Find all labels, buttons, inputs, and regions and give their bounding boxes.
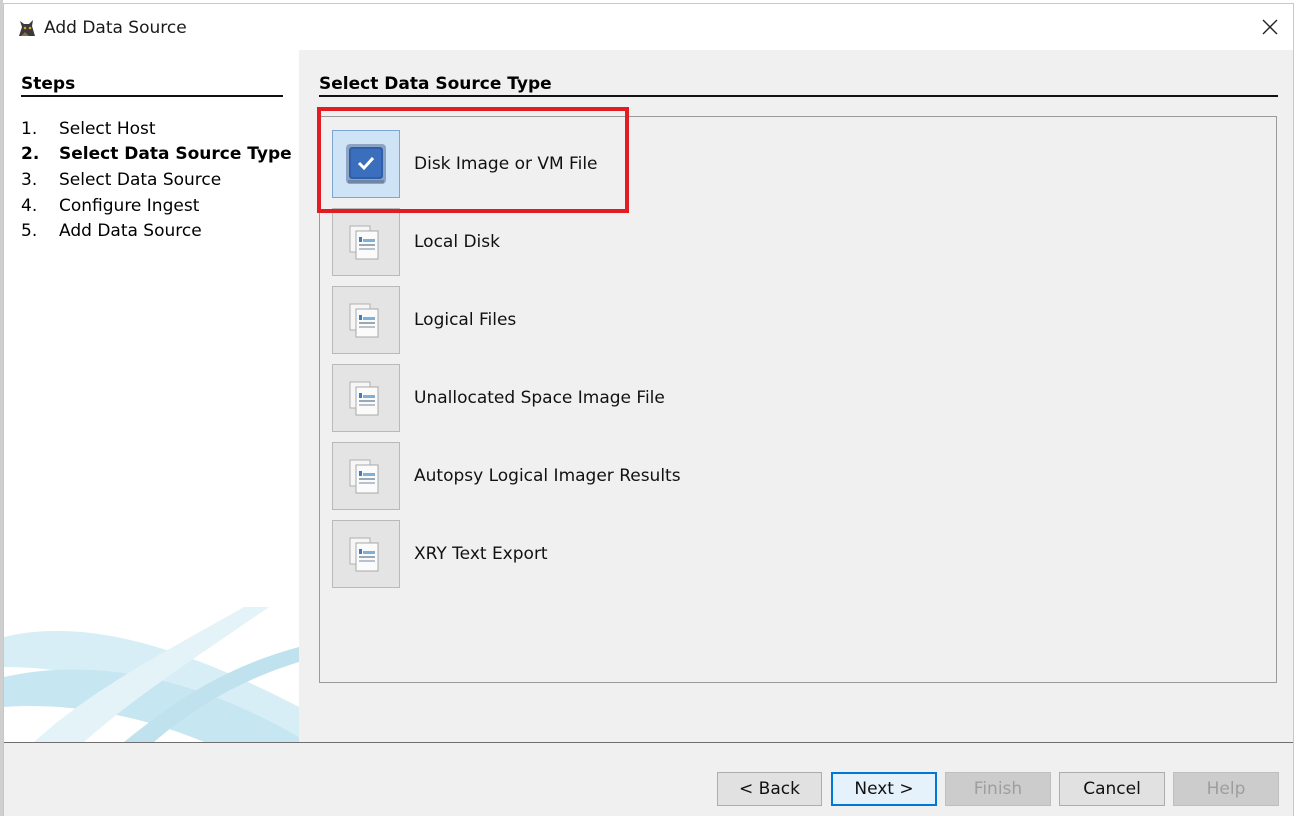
steps-divider (21, 95, 283, 97)
step-item: 5. Add Data Source (21, 218, 292, 244)
document-icon (332, 442, 400, 510)
source-local-disk[interactable]: Local Disk (332, 207, 932, 277)
step-number: 3. (21, 169, 38, 190)
source-label: Autopsy Logical Imager Results (414, 466, 681, 486)
back-button[interactable]: < Back (717, 772, 822, 806)
step-number: 1. (21, 118, 38, 139)
source-unallocated-space[interactable]: Unallocated Space Image File (332, 363, 932, 433)
step-item-active: 2. Select Data Source Type (21, 142, 292, 168)
step-label: Configure Ingest (59, 195, 200, 216)
source-logical-files[interactable]: Logical Files (332, 285, 932, 355)
step-label: Select Data Source Type (59, 144, 292, 165)
content-panel: Select Data Source Type Disk Image or VM… (299, 50, 1293, 742)
step-item: 3. Select Data Source (21, 167, 292, 193)
add-data-source-dialog: Add Data Source Steps 1. Select Host 2. … (3, 3, 1294, 816)
document-icon (332, 286, 400, 354)
source-disk-image[interactable]: Disk Image or VM File (332, 129, 932, 199)
disk-image-icon (332, 130, 400, 198)
close-icon (1262, 19, 1278, 35)
source-label: Unallocated Space Image File (414, 388, 665, 408)
step-number: 5. (21, 221, 38, 242)
title-divider (319, 95, 1278, 97)
step-number: 2. (21, 144, 40, 165)
document-icon (332, 208, 400, 276)
source-label: Local Disk (414, 232, 500, 252)
button-bar: < Back Next > Finish Cancel Help (4, 742, 1293, 816)
source-label: Disk Image or VM File (414, 154, 598, 174)
document-icon (332, 364, 400, 432)
help-button[interactable]: Help (1173, 772, 1279, 806)
steps-panel: Steps 1. Select Host 2. Select Data Sour… (4, 50, 299, 742)
source-label: XRY Text Export (414, 544, 548, 564)
step-label: Select Data Source (59, 169, 222, 190)
page-title: Select Data Source Type (319, 74, 552, 94)
decorative-swoosh-art (4, 607, 299, 742)
finish-button[interactable]: Finish (945, 772, 1051, 806)
steps-heading: Steps (21, 74, 76, 94)
steps-list: 1. Select Host 2. Select Data Source Typ… (21, 116, 292, 244)
step-label: Select Host (59, 118, 156, 139)
source-logical-imager[interactable]: Autopsy Logical Imager Results (332, 441, 932, 511)
data-source-type-list: Disk Image or VM File Local Disk Logical… (319, 116, 1277, 683)
title-bar[interactable]: Add Data Source (4, 4, 1293, 50)
close-button[interactable] (1247, 4, 1293, 50)
next-button[interactable]: Next > (831, 772, 937, 806)
add-data-source-window: Add Data Source Steps 1. Select Host 2. … (0, 0, 1297, 816)
source-xry-text-export[interactable]: XRY Text Export (332, 519, 932, 589)
step-item: 4. Configure Ingest (21, 193, 292, 219)
source-label: Logical Files (414, 310, 517, 330)
step-number: 4. (21, 195, 38, 216)
window-title: Add Data Source (44, 18, 187, 38)
cancel-button[interactable]: Cancel (1059, 772, 1165, 806)
step-item: 1. Select Host (21, 116, 292, 142)
autopsy-dog-icon (16, 18, 38, 38)
document-icon (332, 520, 400, 588)
step-label: Add Data Source (59, 221, 202, 242)
